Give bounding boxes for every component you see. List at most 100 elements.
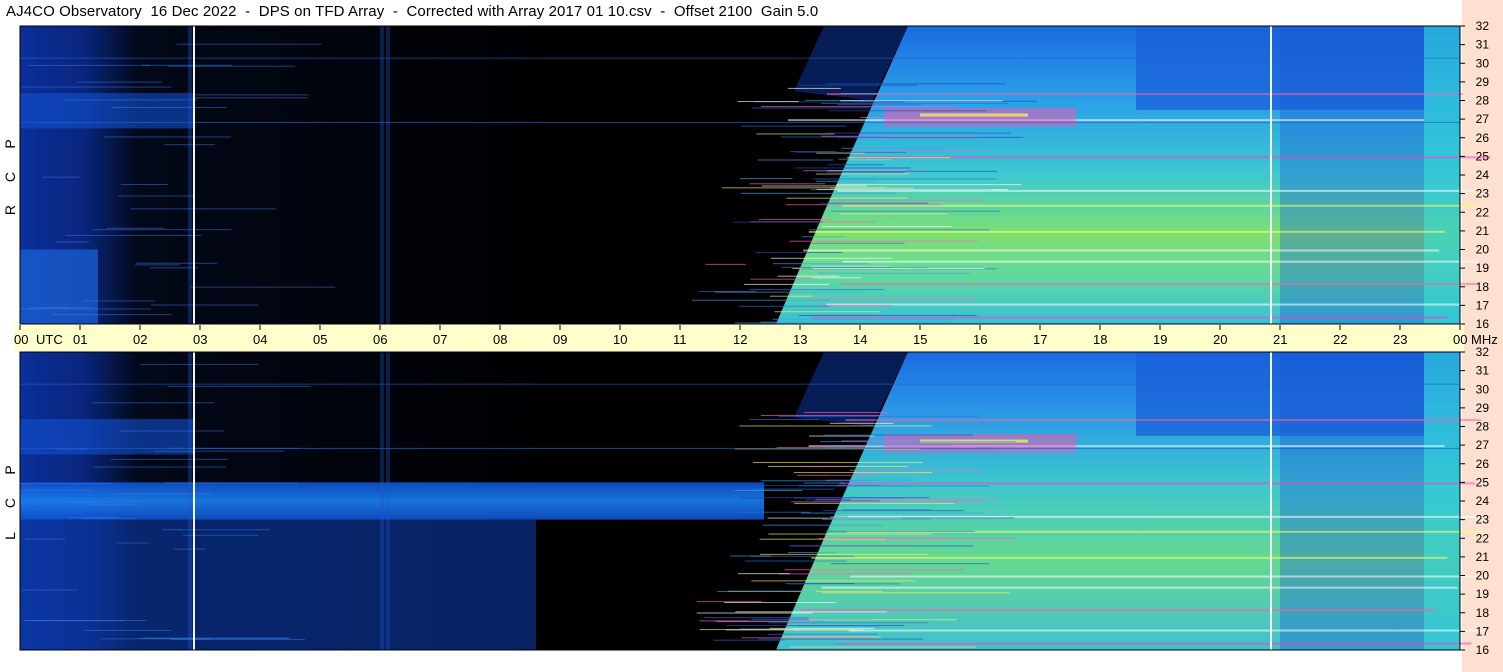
hot-27mhz-core	[920, 113, 1028, 117]
time-tick-label: 05	[313, 332, 327, 347]
night-streak	[116, 542, 149, 544]
signal-streak	[794, 502, 955, 504]
vertical-streak	[188, 352, 192, 650]
signal-streak	[741, 637, 874, 639]
signal-streak	[772, 318, 957, 320]
signal-streak	[850, 469, 982, 471]
signal-streak	[840, 92, 948, 94]
night-streak	[51, 314, 172, 316]
night-streak	[130, 208, 277, 210]
night-streak	[190, 286, 336, 288]
night-streak	[170, 638, 305, 640]
freq-tick-label: 25	[1476, 149, 1490, 163]
vertical-streak	[386, 26, 390, 324]
signal-streak	[801, 465, 847, 467]
night-streak	[83, 300, 156, 302]
night-streak	[176, 43, 322, 45]
night-streak	[20, 483, 113, 485]
signal-streak	[771, 257, 893, 259]
top-spectrogram-panel	[20, 26, 1491, 324]
time-tick-label: 16	[973, 332, 987, 347]
signal-streak	[809, 229, 990, 231]
signal-streak	[829, 422, 894, 424]
interference-line	[839, 482, 1476, 485]
freq-tick-label: 32	[1476, 19, 1490, 33]
time-tick-label: 07	[433, 332, 447, 347]
signal-streak	[773, 263, 870, 265]
time-tick-label: 21	[1273, 332, 1287, 347]
signal-streak	[717, 590, 816, 592]
interference-line	[837, 189, 1474, 192]
signal-streak	[740, 497, 929, 499]
polarization-letter: P	[2, 139, 18, 148]
signal-streak	[774, 311, 880, 313]
interference-line	[811, 316, 1448, 319]
interference-line	[788, 119, 1425, 122]
vertical-streak	[386, 352, 390, 650]
signal-streak	[692, 299, 831, 301]
signal-streak	[768, 622, 929, 624]
signal-streak	[820, 441, 1017, 443]
signal-streak	[838, 537, 951, 539]
night-streak	[165, 482, 299, 484]
signal-streak	[768, 633, 878, 635]
interference-line	[842, 260, 1479, 263]
signal-streak	[732, 221, 823, 223]
night-streak	[162, 529, 270, 531]
night-streak	[153, 450, 284, 452]
signal-streak	[830, 210, 1001, 212]
polarization-letter: P	[2, 465, 18, 474]
freq-tick-label: 18	[1476, 606, 1490, 620]
signal-streak	[730, 555, 772, 557]
freq-tick-label: 22	[1476, 531, 1490, 545]
time-tick-label: 01	[73, 332, 87, 347]
interference-line	[850, 575, 1487, 578]
signal-streak	[798, 485, 990, 487]
night-streak	[21, 589, 78, 591]
signal-streak	[809, 435, 875, 437]
hot-27mhz	[884, 433, 1076, 453]
freq-tick-label: 21	[1476, 224, 1490, 238]
signal-streak	[724, 602, 836, 604]
signal-streak	[813, 267, 985, 269]
freq-tick-label: 26	[1476, 131, 1490, 145]
signal-streak	[755, 251, 843, 253]
night-streak	[164, 144, 216, 146]
night-streak	[167, 385, 311, 387]
signal-streak	[759, 218, 830, 220]
signal-streak	[850, 150, 979, 152]
signal-streak	[789, 646, 976, 648]
night-streak	[119, 430, 225, 432]
signal-streak	[788, 552, 837, 554]
evening-fade	[20, 26, 560, 324]
freq-tick-label: 24	[1476, 494, 1490, 508]
night-streak	[84, 629, 172, 631]
signal-streak	[789, 545, 973, 547]
freq-tick-label: 19	[1476, 587, 1490, 601]
signal-streak	[761, 185, 867, 187]
spectrogram-plot: 16 17 18 19 20 21 22 23 24 25 26 27 28 29 30 31 32 R C P 16 1…	[2, 19, 1498, 657]
freq-tick-label: 29	[1476, 75, 1490, 89]
mhz-label: MHz	[1471, 332, 1498, 347]
time-marker	[193, 352, 195, 650]
freq-tick-label: 17	[1476, 298, 1490, 312]
freq-tick-label: 26	[1476, 457, 1490, 471]
freq-tick-label: 22	[1476, 205, 1490, 219]
time-tick-label: 02	[133, 332, 147, 347]
signal-streak	[738, 573, 790, 575]
freq-tick-label: 16	[1476, 643, 1490, 657]
signal-streak	[734, 490, 803, 492]
freq-tick-label: 17	[1476, 624, 1490, 638]
time-tick-label: 23	[1393, 332, 1407, 347]
polarization-letter: R	[2, 205, 18, 215]
interference-line	[808, 230, 1445, 233]
night-streak	[150, 304, 259, 306]
signal-streak	[821, 518, 932, 520]
hline	[20, 121, 1460, 123]
signal-streak	[735, 611, 887, 613]
time-tick-label: 03	[193, 332, 207, 347]
signal-streak	[740, 178, 793, 180]
time-marker	[1270, 352, 1272, 650]
signal-streak	[778, 573, 911, 575]
night-streak	[167, 65, 296, 67]
